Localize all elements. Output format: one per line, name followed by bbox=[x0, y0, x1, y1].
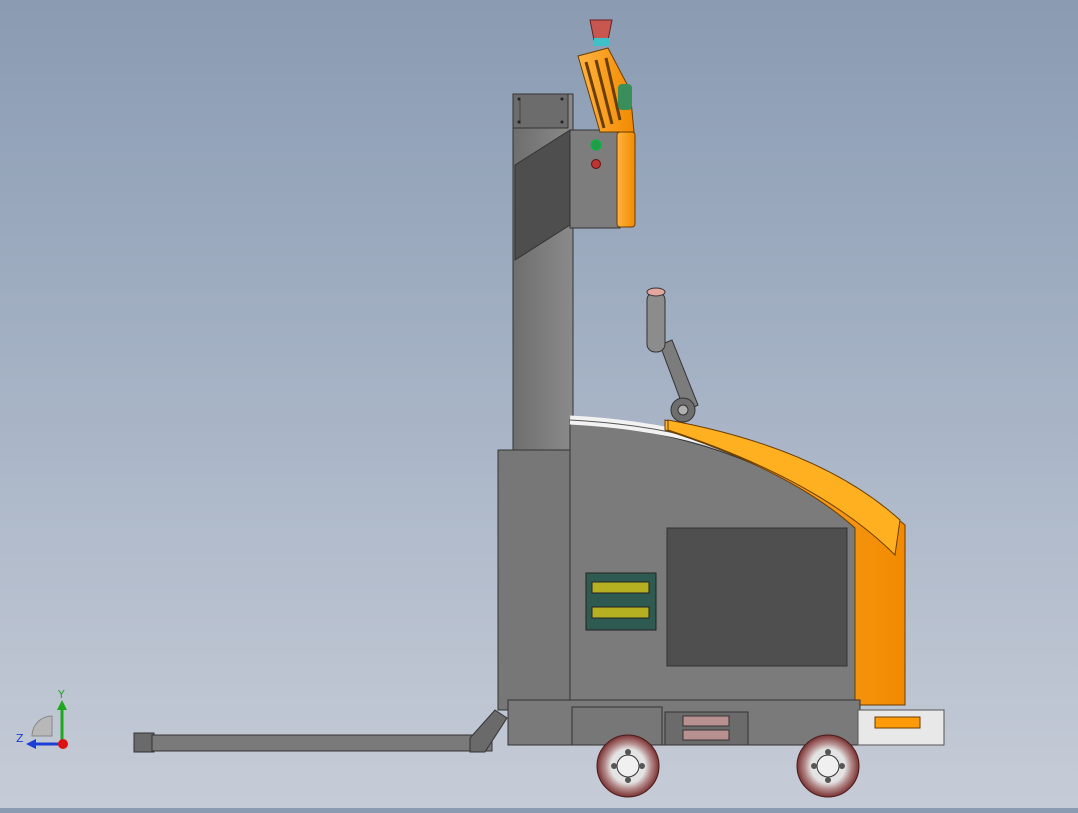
chassis-base[interactable] bbox=[507, 699, 945, 746]
fork[interactable] bbox=[133, 709, 508, 753]
red-indicator-lamp[interactable] bbox=[591, 159, 601, 169]
mast[interactable] bbox=[512, 93, 574, 455]
forklift-model[interactable] bbox=[0, 0, 1078, 808]
green-indicator-lamp[interactable] bbox=[590, 139, 602, 151]
x-axis-dot bbox=[58, 739, 68, 749]
y-axis-label: Y bbox=[57, 688, 65, 701]
chassis-body[interactable] bbox=[497, 415, 906, 711]
tiller-handle[interactable] bbox=[646, 287, 699, 423]
cad-viewport[interactable] bbox=[0, 0, 1078, 808]
z-axis-label: Z bbox=[16, 732, 24, 745]
orientation-triad[interactable]: Y Z bbox=[10, 686, 80, 756]
drive-wheel-rear[interactable] bbox=[596, 734, 660, 798]
drive-wheel-front[interactable] bbox=[796, 734, 860, 798]
laser-scanner-bracket[interactable] bbox=[577, 19, 635, 133]
control-box[interactable] bbox=[569, 129, 636, 229]
battery-panel bbox=[666, 527, 848, 667]
